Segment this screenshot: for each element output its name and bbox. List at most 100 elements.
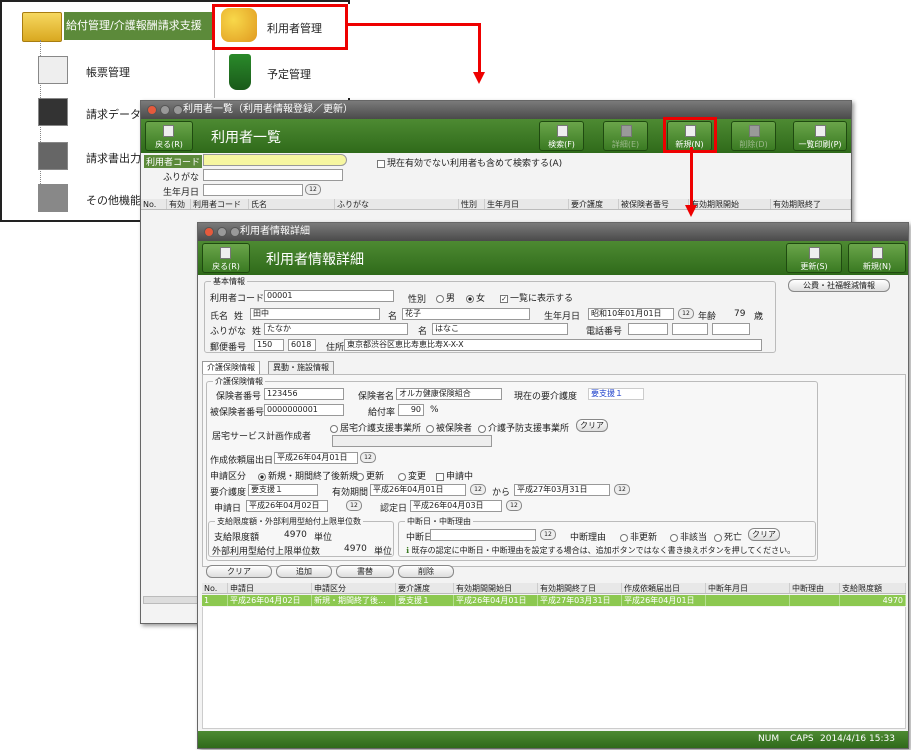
calendar-icon[interactable]: 12 (506, 500, 522, 511)
kana-sei-input[interactable]: たなか (264, 323, 408, 335)
calendar-icon[interactable]: 12 (614, 484, 630, 495)
menu-item-print[interactable]: 請求書出力 (86, 150, 141, 166)
scrollbar[interactable] (143, 596, 203, 604)
sex-label: 性別 (408, 295, 427, 305)
kana-input[interactable] (203, 169, 343, 181)
valid-label: 有効期間 (332, 488, 369, 498)
valid-from-input[interactable]: 平成26年04月01日 (370, 484, 466, 496)
back-icon (220, 247, 231, 259)
plan-radio-office[interactable]: 居宅介護支援事業所 (330, 421, 421, 434)
stop-date-input[interactable] (430, 529, 536, 541)
group-title: 支給限度額・外部利用型給付上限単位数 (215, 516, 363, 527)
plan-radio-insured[interactable]: 被保険者 (426, 421, 472, 434)
birth-label: 生年月日 (163, 188, 200, 198)
calendar-icon[interactable]: 12 (305, 184, 321, 195)
overwrite-button[interactable]: 書替 (336, 565, 394, 578)
list-header: No. 有効 利用者コード 氏名 ふりがな 性別 生年月日 要介護度 被保険者番号 有効期限開始有… (141, 199, 851, 210)
code-input[interactable] (203, 154, 347, 166)
detail-button[interactable]: 詳細(E) (603, 121, 648, 151)
update-button[interactable]: 更新(S) (786, 243, 842, 273)
history-body (202, 607, 906, 729)
rate-input[interactable]: 90 (398, 404, 424, 416)
menu-item-schedule[interactable]: 予定管理 (267, 66, 311, 82)
app-radio-change[interactable]: 変更 (398, 469, 426, 482)
menu-item-billing[interactable]: 請求データ (86, 106, 141, 122)
name-label: 氏名 (210, 312, 229, 322)
menu-item-forms[interactable]: 帳票管理 (86, 64, 130, 80)
group-title: 基本情報 (211, 276, 247, 287)
list-show-checkbox[interactable]: ✓ 一覧に表示する (500, 291, 573, 304)
apply-date-input[interactable]: 平成26年04月02日 (246, 500, 328, 512)
print-list-button[interactable]: 一覧印刷(P) (793, 121, 847, 151)
code-input[interactable]: 00001 (264, 290, 394, 302)
valid-to-input[interactable]: 平成27年03月31日 (514, 484, 610, 496)
insurer-select[interactable]: オルカ健康保険組合 (396, 388, 502, 400)
public-benefit-button[interactable]: 公費・社福軽減情報 (788, 279, 890, 292)
calendar-icon[interactable]: 12 (470, 484, 486, 495)
inactive-checkbox[interactable]: 現在有効でない利用者も含めて検索する(A) (377, 156, 562, 169)
table-row[interactable]: 1 平成26年04月02日 新規・期間終了後... 要支援１ 平成26年04月01日 平成… (202, 595, 906, 606)
applying-checkbox[interactable]: 申請中 (436, 469, 473, 482)
add-button[interactable]: 追加 (276, 565, 332, 578)
calendar-icon[interactable]: 12 (678, 308, 694, 319)
tel1-input[interactable] (628, 323, 668, 335)
age-value: 79 (734, 309, 746, 319)
birth-input[interactable] (203, 184, 303, 196)
tel2-input[interactable] (672, 323, 708, 335)
kana-label: ふりがな (163, 173, 200, 183)
back-button[interactable]: 戻る(R) (145, 121, 193, 151)
print-icon (815, 125, 826, 137)
search-button[interactable]: 検索(F) (539, 121, 584, 151)
app-radio-new[interactable]: 新規・期間終了後新規 (258, 469, 358, 482)
new-button[interactable]: 新規(N) (848, 243, 906, 273)
mei-label: 名 (388, 312, 398, 322)
arrow-head (685, 205, 697, 217)
reason-radio-death[interactable]: 死亡 (714, 530, 742, 543)
sei-label: 姓 (252, 327, 262, 337)
mei-input[interactable]: 花子 (402, 308, 530, 320)
menu-header: 給付管理/介護報酬請求支援 (64, 12, 214, 40)
plan-select[interactable] (332, 435, 492, 447)
sex-male-radio[interactable]: 男 (436, 291, 455, 304)
req-date-input[interactable]: 平成26年04月01日 (274, 452, 358, 464)
calendar-icon[interactable]: 12 (360, 452, 376, 463)
delete-button[interactable]: 削除(D) (731, 121, 776, 151)
plan-label: 居宅サービス計画作成者 (212, 432, 312, 442)
plan-clear-button[interactable]: クリア (576, 419, 608, 432)
zip2-input[interactable]: 6018 (288, 339, 316, 351)
ext-limit-unit: 単位 (374, 547, 393, 557)
status-bar: NUM CAPS 2014/4/16 15:33 (198, 731, 908, 748)
sei-input[interactable]: 田中 (250, 308, 380, 320)
calendar-icon[interactable]: 12 (540, 529, 556, 540)
cert-date-input[interactable]: 平成26年04月03日 (410, 500, 502, 512)
tab-insurance[interactable]: 介護保険情報 (202, 361, 260, 374)
insured-no-input[interactable]: 0000000001 (264, 404, 344, 416)
delete-button[interactable]: 削除 (398, 565, 454, 578)
clear-button[interactable]: クリア (206, 565, 272, 578)
limit-value: 4970 (284, 530, 307, 540)
zip1-input[interactable]: 150 (254, 339, 284, 351)
req-date-label: 作成依頼届出日 (210, 456, 274, 466)
stop-clear-button[interactable]: クリア (748, 528, 780, 541)
birth-label: 生年月日 (544, 312, 581, 322)
tel-label: 電話番号 (586, 327, 623, 337)
app-radio-renew[interactable]: 更新 (356, 469, 384, 482)
tel3-input[interactable] (712, 323, 750, 335)
apply-date-label: 申請日 (214, 504, 242, 514)
menu-item-other[interactable]: その他機能 (86, 192, 141, 208)
plan-radio-prevention[interactable]: 介護予防支援事業所 (478, 421, 569, 434)
sex-female-radio[interactable]: 女 (466, 291, 485, 304)
address-input[interactable]: 東京都渋谷区恵比寿恵比寿X-X-X (344, 339, 762, 351)
reason-radio-na[interactable]: 非該当 (670, 530, 707, 543)
page-title: 利用者情報詳細 (266, 252, 364, 268)
kana-mei-input[interactable]: はなこ (432, 323, 568, 335)
birth-input[interactable]: 昭和10年01月01日 (588, 308, 674, 320)
calendar-icon[interactable]: 12 (346, 500, 362, 511)
back-button[interactable]: 戻る(R) (202, 243, 250, 273)
tab-transfer[interactable]: 異動・施設情報 (268, 361, 334, 374)
reason-radio-nonrenew[interactable]: 非更新 (620, 530, 657, 543)
back-icon (163, 125, 174, 137)
page-title: 利用者一覧 (211, 130, 281, 146)
care-select[interactable]: 要支援１ (248, 484, 318, 496)
insurer-no-input[interactable]: 123456 (264, 388, 344, 400)
